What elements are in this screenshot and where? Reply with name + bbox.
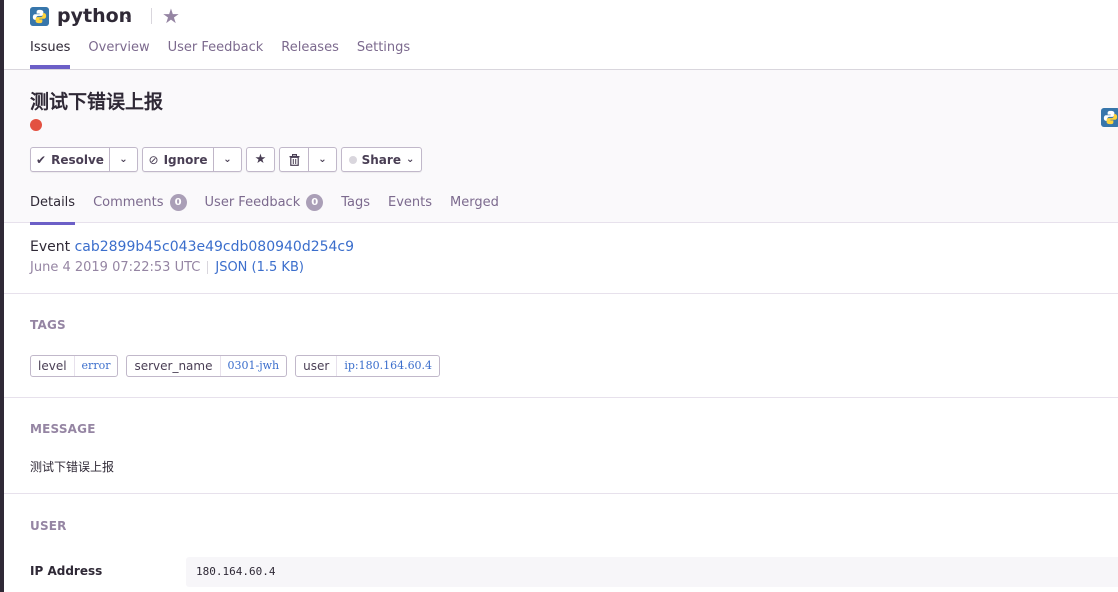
ignore-dropdown-button[interactable]: ⌄ bbox=[214, 147, 242, 172]
message-text: 测试下错误上报 bbox=[30, 460, 115, 474]
tag-pill[interactable]: server_name 0301-jwh bbox=[126, 355, 288, 377]
tab-user-feedback[interactable]: User Feedback bbox=[168, 40, 264, 68]
share-status-dot bbox=[348, 155, 357, 164]
chevron-down-icon: ⌄ bbox=[405, 154, 415, 165]
ignore-button[interactable]: ⊘ Ignore bbox=[142, 147, 214, 172]
tab-releases[interactable]: Releases bbox=[281, 40, 339, 68]
section-divider bbox=[4, 397, 1118, 398]
tab-user-feedback[interactable]: User Feedback 0 bbox=[205, 194, 324, 223]
tag-key: server_name bbox=[127, 356, 221, 376]
section-divider bbox=[4, 493, 1118, 494]
ignore-group: ⊘ Ignore ⌄ bbox=[142, 147, 242, 172]
tab-label: Merged bbox=[450, 195, 499, 210]
star-icon: ★ bbox=[254, 152, 267, 167]
tag-value[interactable]: ip:180.164.60.4 bbox=[337, 356, 439, 376]
tags-section-title: TAGS bbox=[30, 318, 66, 332]
tab-label: User Feedback bbox=[204, 195, 301, 210]
tab-label: Comments bbox=[93, 195, 164, 210]
message-section-title: MESSAGE bbox=[30, 422, 96, 436]
tab-label: Tags bbox=[341, 195, 370, 210]
delete-dropdown-button[interactable]: ⌄ bbox=[309, 147, 337, 172]
project-name[interactable]: python bbox=[57, 5, 132, 27]
resolve-button[interactable]: ✔ Resolve bbox=[30, 147, 110, 172]
error-level-indicator bbox=[30, 119, 42, 131]
bookmark-button[interactable]: ★ bbox=[246, 147, 275, 172]
trash-icon bbox=[289, 153, 299, 166]
tab-overview[interactable]: Overview bbox=[88, 40, 149, 68]
issue-tabs: Details Comments 0 User Feedback 0 Tags Ev… bbox=[30, 194, 517, 225]
section-divider bbox=[4, 293, 1118, 294]
checkmark-icon: ✔ bbox=[36, 152, 47, 167]
resolve-label: Resolve bbox=[51, 152, 104, 167]
tags-list: level error server_name 0301-jwh user ip… bbox=[30, 355, 448, 377]
event-id-link[interactable]: cab2899b45c043e49cdb080940d254c9 bbox=[75, 239, 354, 255]
tag-value[interactable]: 0301-jwh bbox=[221, 356, 287, 376]
issue-header: 测试下错误上报 ✔ Resolve ⌄ ⊘ Ignore ⌄ ★ ⌄ Share… bbox=[4, 70, 1118, 225]
ignore-label: Ignore bbox=[163, 152, 208, 167]
resolve-group: ✔ Resolve ⌄ bbox=[30, 147, 138, 172]
resolve-dropdown-button[interactable]: ⌄ bbox=[110, 147, 138, 172]
chevron-down-icon: ⌄ bbox=[223, 154, 232, 165]
project-header: python ⌄ ★ Issues Overview User Feedback… bbox=[4, 0, 1118, 70]
tab-merged[interactable]: Merged bbox=[450, 195, 499, 222]
share-button[interactable]: Share ⌄ bbox=[341, 147, 422, 172]
tab-tags[interactable]: Tags bbox=[341, 195, 370, 222]
star-icon[interactable]: ★ bbox=[162, 4, 180, 29]
event-meta: June 4 2019 07:22:53 UTC JSON (1.5 KB) bbox=[30, 260, 304, 275]
tag-pill[interactable]: level error bbox=[30, 355, 119, 377]
user-section-title: USER bbox=[30, 519, 67, 533]
event-prefix: Event bbox=[30, 239, 71, 255]
tag-key: level bbox=[31, 356, 75, 376]
issue-actions: ✔ Resolve ⌄ ⊘ Ignore ⌄ ★ ⌄ Share ⌄ bbox=[30, 147, 422, 172]
event-id-line: Event cab2899b45c043e49cdb080940d254c9 bbox=[30, 239, 354, 255]
tag-pill[interactable]: user ip:180.164.60.4 bbox=[295, 355, 441, 377]
divider bbox=[207, 261, 209, 274]
chevron-down-icon: ⌄ bbox=[318, 154, 327, 165]
ip-address-value: 180.164.60.4 bbox=[196, 565, 276, 578]
tab-details[interactable]: Details bbox=[30, 195, 76, 225]
delete-button[interactable] bbox=[279, 147, 309, 172]
json-link[interactable]: JSON (1.5 KB) bbox=[215, 260, 304, 275]
feedback-count-badge: 0 bbox=[306, 194, 324, 211]
python-platform-icon bbox=[1101, 108, 1118, 127]
ip-address-value-box: 180.164.60.4 bbox=[186, 557, 1118, 587]
ip-address-label: IP Address bbox=[30, 564, 103, 578]
tab-label: Events bbox=[388, 195, 433, 210]
tab-events[interactable]: Events bbox=[388, 195, 432, 222]
issue-title: 测试下错误上报 bbox=[30, 91, 164, 113]
divider bbox=[151, 8, 152, 24]
chevron-down-icon: ⌄ bbox=[119, 154, 128, 165]
delete-group: ⌄ bbox=[279, 147, 337, 172]
tag-key: user bbox=[296, 356, 338, 376]
chevron-down-icon[interactable]: ⌄ bbox=[123, 9, 133, 23]
tab-settings[interactable]: Settings bbox=[357, 40, 410, 68]
tab-comments[interactable]: Comments 0 bbox=[93, 194, 187, 223]
tab-label: Details bbox=[30, 195, 76, 210]
ignore-icon: ⊘ bbox=[148, 152, 159, 167]
event-timestamp: June 4 2019 07:22:53 UTC bbox=[30, 260, 201, 275]
share-label: Share bbox=[361, 152, 401, 167]
comments-count-badge: 0 bbox=[169, 194, 187, 211]
tag-value[interactable]: error bbox=[75, 356, 118, 376]
project-nav: Issues Overview User Feedback Releases S… bbox=[30, 40, 428, 69]
tab-issues[interactable]: Issues bbox=[30, 40, 71, 69]
python-logo-icon bbox=[30, 7, 49, 26]
